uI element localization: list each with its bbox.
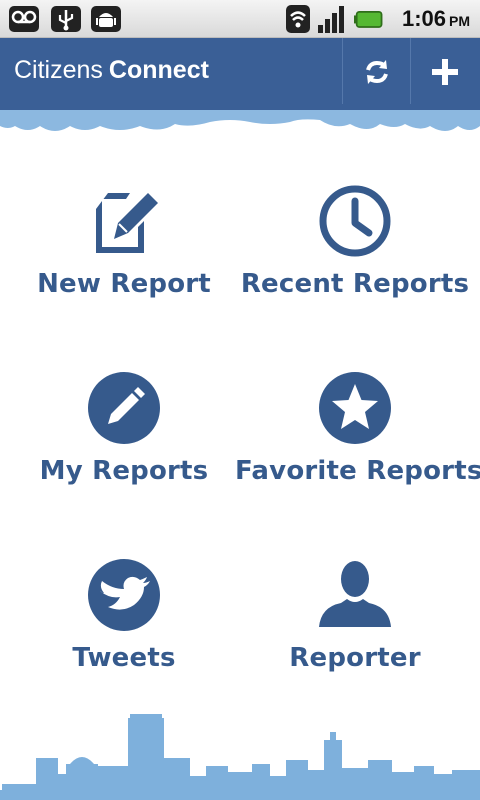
app-bar: Citizens Connect (0, 38, 480, 106)
signal-icon (318, 6, 344, 33)
new-report-button[interactable]: New Report (4, 183, 244, 363)
android-debug-icon (91, 6, 121, 32)
clock-icon (319, 185, 391, 257)
star-circle-icon (319, 372, 391, 444)
add-button[interactable] (410, 38, 478, 106)
twitter-bird-icon (88, 559, 160, 631)
add-icon (432, 59, 458, 85)
edit-report-icon (96, 193, 158, 253)
my-reports-label: My Reports (39, 456, 209, 486)
my-reports-button[interactable]: My Reports (4, 370, 244, 550)
reporter-label: Reporter (289, 643, 421, 673)
new-report-label: New Report (37, 269, 211, 299)
wifi-icon (286, 5, 310, 33)
favorite-reports-button[interactable]: Favorite Reports (235, 370, 480, 550)
person-icon (319, 561, 391, 627)
status-bar: 1:06 PM (0, 0, 480, 38)
recent-reports-button[interactable]: Recent Reports (235, 183, 475, 363)
favorite-reports-label: Favorite Reports (235, 456, 480, 486)
tweets-label: Tweets (72, 643, 176, 673)
voicemail-icon (9, 6, 39, 32)
cloud-decoration (0, 104, 480, 131)
refresh-button[interactable] (342, 38, 410, 106)
usb-icon (51, 6, 81, 32)
refresh-icon (366, 60, 388, 84)
city-skyline-illustration (0, 714, 480, 800)
recent-reports-label: Recent Reports (240, 269, 470, 299)
pencil-circle-icon (88, 372, 160, 444)
battery-icon (354, 10, 383, 28)
clock-text: 1:06 PM (401, 6, 470, 31)
app-title: Citizens Connect (14, 56, 209, 84)
